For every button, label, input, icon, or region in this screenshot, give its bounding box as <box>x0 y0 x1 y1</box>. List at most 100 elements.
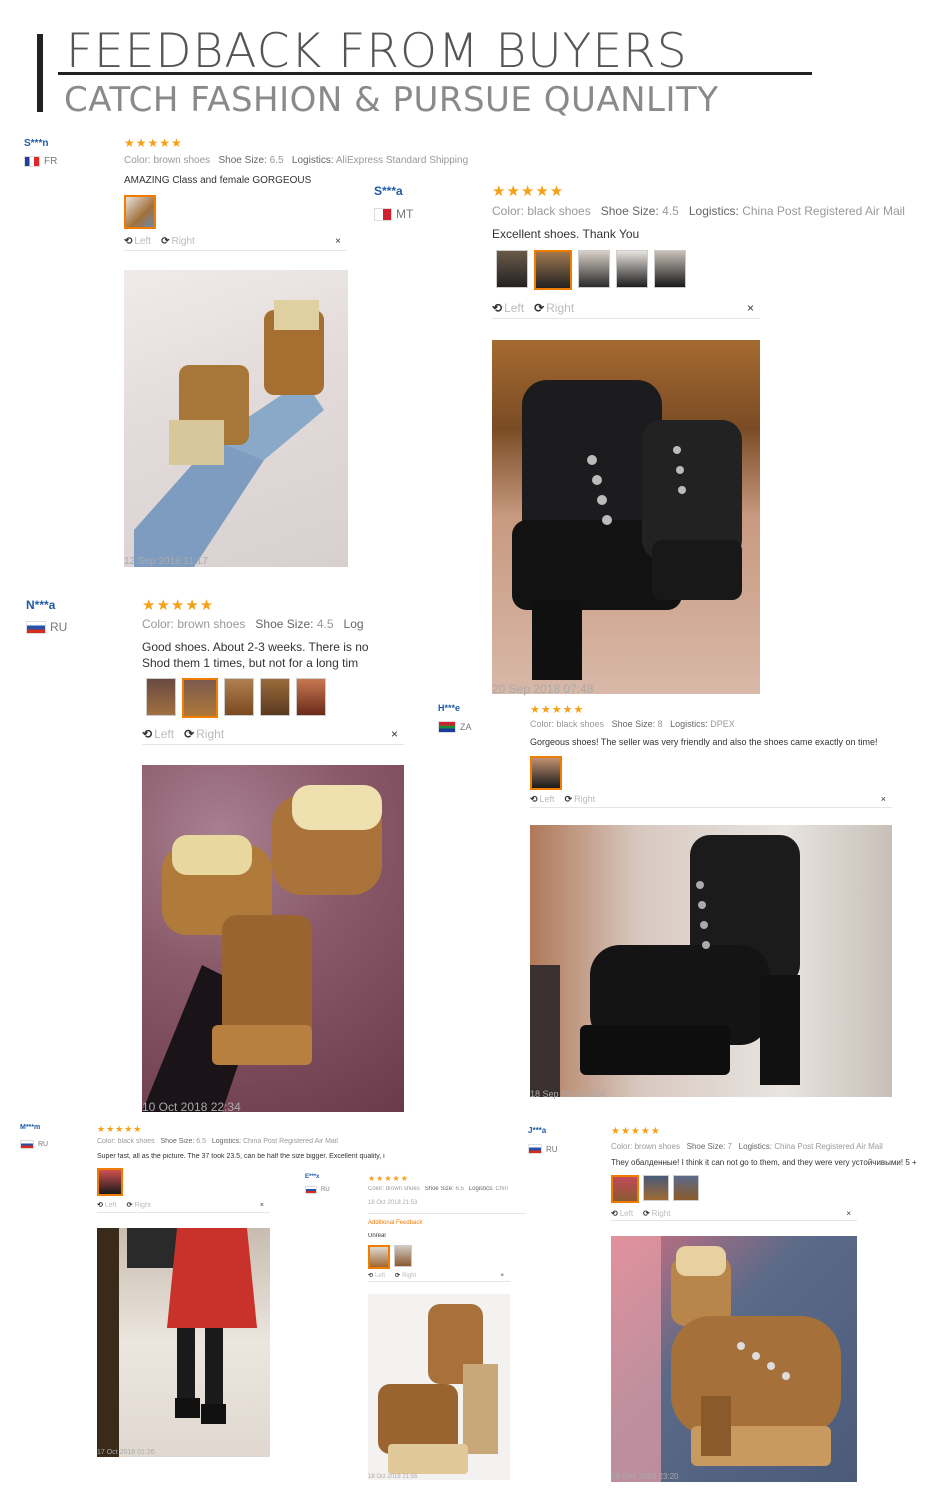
reviewer-name[interactable]: S***a <box>374 184 403 198</box>
rotate-left-button[interactable]: ⟲ Left <box>530 794 555 805</box>
review-thumbnail[interactable] <box>578 250 610 288</box>
rotate-right-button[interactable]: ⟳ Right <box>161 236 195 247</box>
review-thumbnail[interactable] <box>224 678 254 716</box>
rotate-left-icon: ⟲ <box>368 1273 374 1279</box>
review-thumbnail[interactable] <box>182 678 218 718</box>
rating-stars: ★★★★★ <box>530 704 585 716</box>
reviewer-name[interactable]: J***a <box>528 1126 546 1135</box>
rotate-left-button[interactable]: ⟲ Left <box>124 236 151 247</box>
rotate-right-button[interactable]: ⟳ Right <box>395 1272 416 1280</box>
header-underline <box>58 72 812 75</box>
close-icon[interactable]: × <box>260 1202 264 1209</box>
review-card: E***x RU ★★★★★ Color: brown shoes Shoe S… <box>305 1174 527 1486</box>
review-card: H***e ZA ★★★★★ Color: black shoes Shoe S… <box>438 703 944 1103</box>
review-photo[interactable] <box>142 765 404 1112</box>
order-info: Color: brown shoes Shoe Size: 6.5 Logist… <box>124 155 469 166</box>
rotate-right-button[interactable]: ⟳ Right <box>184 727 224 741</box>
photo-toolbar: ⟲ Left ⟳ Right × <box>368 1270 510 1282</box>
rotate-right-icon: ⟳ <box>643 1208 650 1218</box>
review-text: They обалденные! I think it can not go t… <box>611 1158 917 1167</box>
photo-toolbar: ⟲ Left ⟳ Right × <box>97 1198 270 1213</box>
rotate-left-button[interactable]: ⟲ Left <box>368 1272 385 1280</box>
reviewer-country: RU <box>26 620 67 634</box>
flag-za-icon <box>438 721 456 733</box>
order-info: Color: brown shoes Shoe Size: 7 Logistic… <box>611 1142 883 1151</box>
page-subtitle: CATCH FASHION & PURSUE QUANLITY <box>64 80 719 120</box>
reviewer-name[interactable]: H***e <box>438 703 460 713</box>
review-thumbnail[interactable] <box>296 678 326 716</box>
review-thumbnail[interactable] <box>146 678 176 716</box>
boots-photo-illustration <box>530 835 800 1097</box>
review-date: 09 Dec 2018 23:20 <box>611 1472 679 1481</box>
flag-ru-icon <box>528 1144 542 1154</box>
review-thumbnail[interactable] <box>496 250 528 288</box>
photo-toolbar: ⟲ Left ⟳ Right × <box>492 298 760 319</box>
rotate-left-button[interactable]: ⟲ Left <box>492 301 524 315</box>
review-photo[interactable] <box>611 1236 857 1482</box>
review-thumbnail[interactable] <box>673 1175 699 1201</box>
reviewer-name[interactable]: N***a <box>26 598 55 612</box>
reviewer-name[interactable]: M***m <box>20 1124 40 1131</box>
reviewer-name[interactable]: S***n <box>24 138 48 149</box>
close-icon[interactable]: × <box>747 301 754 315</box>
review-photo[interactable] <box>492 340 760 694</box>
review-thumbnail[interactable] <box>654 250 686 288</box>
review-text: Excellent shoes. Thank You <box>492 227 640 241</box>
rotate-right-button[interactable]: ⟳ Right <box>126 1201 151 1210</box>
feedback-date: 18 Oct 2018 21:53 <box>368 1200 418 1206</box>
close-icon[interactable]: × <box>335 236 341 247</box>
review-thumbnail[interactable] <box>616 250 648 288</box>
rotate-right-icon: ⟳ <box>534 301 545 315</box>
rotate-right-button[interactable]: ⟳ Right <box>534 301 574 315</box>
rotate-right-icon: ⟳ <box>395 1273 401 1279</box>
review-thumbnail[interactable] <box>368 1245 390 1269</box>
rotate-right-button[interactable]: ⟳ Right <box>565 794 596 805</box>
rating-stars: ★★★★★ <box>368 1174 409 1183</box>
photo-toolbar: ⟲ Left ⟳ Right × <box>124 232 347 251</box>
close-icon[interactable]: × <box>500 1273 504 1279</box>
review-text: Super fast, all as the picture. The 37 t… <box>97 1153 385 1160</box>
reviewer-country: FR <box>24 156 57 167</box>
review-thumbnail[interactable] <box>534 250 572 290</box>
close-icon[interactable]: × <box>881 794 886 804</box>
rotate-left-icon: ⟲ <box>142 727 153 741</box>
close-icon[interactable]: × <box>846 1209 851 1218</box>
reviewer-country: RU <box>20 1140 48 1149</box>
rating-stars: ★★★★★ <box>611 1126 661 1137</box>
review-photo[interactable] <box>530 825 892 1097</box>
rotate-left-button[interactable]: ⟲ Left <box>97 1201 117 1210</box>
rotate-left-icon: ⟲ <box>97 1202 103 1209</box>
photo-toolbar: ⟲ Left ⟳ Right × <box>142 724 404 745</box>
review-photo[interactable] <box>124 270 348 567</box>
rotate-left-icon: ⟲ <box>124 235 133 247</box>
reviewer-name[interactable]: E***x <box>305 1174 319 1180</box>
review-card: J***a RU ★★★★★ Color: brown shoes Shoe S… <box>528 1126 948 1486</box>
review-thumbnail[interactable] <box>97 1168 123 1196</box>
header-accent-bar <box>37 34 43 112</box>
rotate-left-button[interactable]: ⟲ Left <box>142 727 174 741</box>
review-thumbnail[interactable] <box>260 678 290 716</box>
boots-photo-illustration <box>142 785 382 1112</box>
flag-ru-icon <box>20 1140 34 1149</box>
flag-mt-icon <box>374 207 392 221</box>
review-thumbnail[interactable] <box>530 756 562 790</box>
review-date: 18 Sep 2018 10:04 <box>530 1089 607 1099</box>
review-thumbnail[interactable] <box>643 1175 669 1201</box>
reviewer-country: ZA <box>438 721 472 733</box>
review-thumbnail[interactable] <box>611 1175 639 1203</box>
review-thumbnail[interactable] <box>124 195 156 229</box>
review-photo[interactable] <box>97 1228 270 1457</box>
rotate-right-icon: ⟳ <box>126 1202 133 1209</box>
boots-photo-illustration <box>378 1304 498 1474</box>
review-date: 18 Oct 2018 21:55 <box>368 1474 418 1480</box>
rotate-right-button[interactable]: ⟳ Right <box>643 1209 670 1218</box>
order-info: Color: black shoes Shoe Size: 8 Logistic… <box>530 719 735 729</box>
rotate-left-button[interactable]: ⟲ Left <box>611 1209 633 1218</box>
review-text: Good shoes. About 2-3 weeks. There is no… <box>142 640 369 670</box>
rotate-right-icon: ⟳ <box>564 793 573 804</box>
reviewer-country: MT <box>374 207 413 221</box>
review-photo[interactable] <box>368 1294 510 1480</box>
review-thumbnail[interactable] <box>394 1245 412 1267</box>
boots-photo-illustration <box>97 1228 257 1457</box>
close-icon[interactable]: × <box>391 727 398 741</box>
